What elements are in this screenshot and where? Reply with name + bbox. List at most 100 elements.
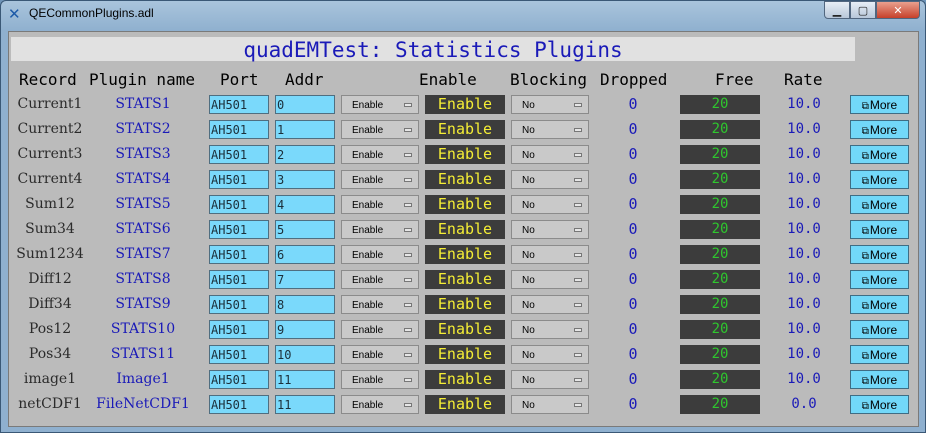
blocking-menu-value: No	[522, 150, 535, 161]
port-input[interactable]: AH501	[209, 195, 269, 214]
more-button[interactable]: ⧉More	[850, 370, 909, 389]
table-row: Current1 STATS1 AH501 0 Enable Enable No…	[9, 92, 918, 117]
addr-input[interactable]: 6	[275, 245, 335, 264]
more-button[interactable]: ⧉More	[850, 345, 909, 364]
port-input[interactable]: AH501	[209, 170, 269, 189]
port-input[interactable]: AH501	[209, 120, 269, 139]
blocking-menu[interactable]: No	[511, 245, 589, 264]
more-button[interactable]: ⧉More	[850, 195, 909, 214]
table-row: Pos12 STATS10 AH501 9 Enable Enable No 0…	[9, 317, 918, 342]
blocking-menu[interactable]: No	[511, 370, 589, 389]
enable-menu[interactable]: Enable	[341, 245, 419, 264]
more-button[interactable]: ⧉More	[850, 270, 909, 289]
more-button[interactable]: ⧉More	[850, 295, 909, 314]
related-display-icon: ⧉	[861, 101, 869, 112]
enable-menu[interactable]: Enable	[341, 195, 419, 214]
related-display-icon: ⧉	[861, 126, 869, 137]
close-button[interactable]: ✕	[876, 1, 920, 19]
port-input[interactable]: AH501	[209, 220, 269, 239]
addr-input[interactable]: 5	[275, 220, 335, 239]
more-button[interactable]: ⧉More	[850, 170, 909, 189]
blocking-menu[interactable]: No	[511, 345, 589, 364]
blocking-menu-value: No	[522, 300, 535, 311]
record-label: Current3	[17, 146, 83, 162]
addr-input[interactable]: 8	[275, 295, 335, 314]
addr-input[interactable]: 0	[275, 95, 335, 114]
free-value: 20	[680, 195, 760, 214]
blocking-menu-value: No	[522, 325, 535, 336]
free-value: 20	[680, 120, 760, 139]
port-input[interactable]: AH501	[209, 345, 269, 364]
blocking-menu[interactable]: No	[511, 170, 589, 189]
enable-menu-value: Enable	[352, 375, 384, 386]
addr-input[interactable]: 1	[275, 120, 335, 139]
record-label: Diff12	[28, 271, 72, 287]
more-button-label: More	[869, 173, 898, 187]
more-button-label: More	[869, 398, 898, 412]
enable-menu[interactable]: Enable	[341, 345, 419, 364]
free-value: 20	[680, 245, 760, 264]
enable-menu[interactable]: Enable	[341, 320, 419, 339]
enable-menu[interactable]: Enable	[341, 295, 419, 314]
port-input[interactable]: AH501	[209, 245, 269, 264]
title-bar[interactable]: ✕ QECommonPlugins.adl ▁ ▢ ✕	[1, 1, 925, 27]
addr-input[interactable]: 7	[275, 270, 335, 289]
addr-input[interactable]: 10	[275, 345, 335, 364]
more-button[interactable]: ⧉More	[850, 220, 909, 239]
port-input[interactable]: AH501	[209, 320, 269, 339]
addr-input[interactable]: 11	[275, 395, 335, 414]
window-title: QECommonPlugins.adl	[29, 6, 154, 20]
plugin-name: STATS2	[115, 121, 171, 137]
table-row: Sum1234 STATS7 AH501 6 Enable Enable No …	[9, 242, 918, 267]
blocking-menu[interactable]: No	[511, 145, 589, 164]
port-input[interactable]: AH501	[209, 395, 269, 414]
enable-menu[interactable]: Enable	[341, 270, 419, 289]
menu-indicator-icon	[574, 253, 582, 257]
rate-value: 10.0	[787, 221, 821, 237]
more-button[interactable]: ⧉More	[850, 95, 909, 114]
minimize-button[interactable]: ▁	[824, 1, 850, 19]
enable-menu[interactable]: Enable	[341, 170, 419, 189]
more-button[interactable]: ⧉More	[850, 145, 909, 164]
more-button-label: More	[869, 273, 898, 287]
blocking-menu[interactable]: No	[511, 120, 589, 139]
more-button-label: More	[869, 148, 898, 162]
addr-input[interactable]: 11	[275, 370, 335, 389]
more-button[interactable]: ⧉More	[850, 120, 909, 139]
more-button[interactable]: ⧉More	[850, 395, 909, 414]
addr-input[interactable]: 9	[275, 320, 335, 339]
enable-menu-value: Enable	[352, 350, 384, 361]
blocking-menu[interactable]: No	[511, 95, 589, 114]
addr-input[interactable]: 3	[275, 170, 335, 189]
port-input[interactable]: AH501	[209, 295, 269, 314]
enable-menu[interactable]: Enable	[341, 95, 419, 114]
more-button-label: More	[869, 248, 898, 262]
table-row: Diff12 STATS8 AH501 7 Enable Enable No 0…	[9, 267, 918, 292]
enable-menu[interactable]: Enable	[341, 120, 419, 139]
maximize-button[interactable]: ▢	[850, 1, 876, 19]
addr-input[interactable]: 2	[275, 145, 335, 164]
blocking-menu[interactable]: No	[511, 320, 589, 339]
enable-menu[interactable]: Enable	[341, 220, 419, 239]
enable-menu[interactable]: Enable	[341, 145, 419, 164]
blocking-menu[interactable]: No	[511, 395, 589, 414]
record-label: Current2	[17, 121, 83, 137]
blocking-menu[interactable]: No	[511, 295, 589, 314]
blocking-menu[interactable]: No	[511, 195, 589, 214]
port-input[interactable]: AH501	[209, 270, 269, 289]
blocking-menu[interactable]: No	[511, 220, 589, 239]
port-input[interactable]: AH501	[209, 370, 269, 389]
enable-menu[interactable]: Enable	[341, 370, 419, 389]
addr-input[interactable]: 4	[275, 195, 335, 214]
more-button[interactable]: ⧉More	[850, 320, 909, 339]
more-button[interactable]: ⧉More	[850, 245, 909, 264]
port-input[interactable]: AH501	[209, 95, 269, 114]
page-title: quadEMTest: Statistics Plugins	[243, 38, 623, 62]
enable-menu[interactable]: Enable	[341, 395, 419, 414]
free-value: 20	[680, 345, 760, 364]
enable-status: Enable	[425, 395, 505, 414]
app-x-icon: ✕	[8, 5, 21, 23]
port-input[interactable]: AH501	[209, 145, 269, 164]
enable-status: Enable	[425, 170, 505, 189]
blocking-menu[interactable]: No	[511, 270, 589, 289]
